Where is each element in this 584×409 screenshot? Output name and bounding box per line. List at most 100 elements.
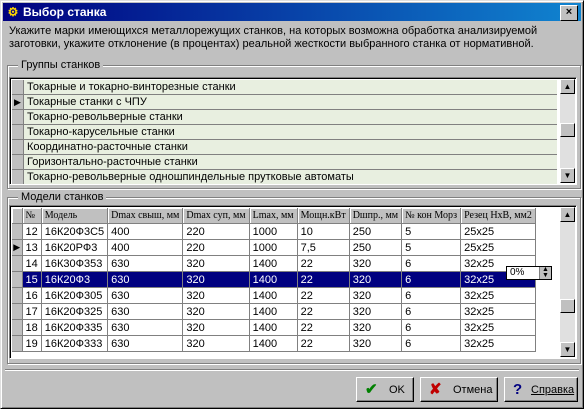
table-cell[interactable]: 320 <box>349 303 403 320</box>
table-cell[interactable]: 630 <box>107 255 184 272</box>
table-cell[interactable]: 25x25 <box>460 239 536 256</box>
table-cell[interactable]: 22 <box>297 271 350 288</box>
row-indicator[interactable] <box>12 255 23 272</box>
row-indicator[interactable] <box>12 287 23 304</box>
table-cell[interactable]: 16К20РФ3 <box>41 239 109 256</box>
column-header[interactable]: Dmax суп, мм <box>182 208 250 224</box>
scroll-down-button[interactable]: ▼ <box>560 168 575 183</box>
table-cell[interactable]: 630 <box>107 271 184 288</box>
table-cell[interactable]: 6 <box>401 303 462 320</box>
table-cell[interactable]: 220 <box>182 223 250 240</box>
table-row[interactable]: 15 16К20Ф3 630 320 1400 22 320 6 32x25 <box>12 271 536 288</box>
table-cell[interactable]: 400 <box>107 223 184 240</box>
table-cell[interactable]: 22 <box>297 287 350 304</box>
spin-arrows[interactable]: ▲ ▼ <box>539 266 551 279</box>
table-cell[interactable]: 320 <box>182 303 250 320</box>
table-cell[interactable]: 16К20Ф333 <box>41 335 109 352</box>
scroll-thumb[interactable] <box>560 299 575 313</box>
table-cell[interactable]: 16К20Ф325 <box>41 303 109 320</box>
table-cell[interactable]: 6 <box>401 319 462 336</box>
table-cell[interactable]: 320 <box>182 271 250 288</box>
table-cell[interactable]: 32x25 <box>460 303 536 320</box>
column-header[interactable]: № <box>22 208 42 224</box>
close-button[interactable]: × <box>560 5 578 21</box>
deviation-editor[interactable]: 0% ▲ ▼ <box>506 266 552 280</box>
table-cell[interactable]: 1000 <box>249 223 298 240</box>
column-header[interactable]: Резец НхВ, мм2 <box>460 208 536 224</box>
table-cell[interactable]: 17 <box>22 303 42 320</box>
table-cell[interactable]: 32x25 <box>460 335 536 352</box>
table-cell[interactable]: 22 <box>297 303 350 320</box>
group-list-item[interactable]: ▶ Токарные станки с ЧПУ <box>12 95 558 110</box>
deviation-value[interactable]: 0% <box>510 267 524 279</box>
table-cell[interactable]: 320 <box>349 255 403 272</box>
row-indicator[interactable] <box>12 80 24 95</box>
scroll-up-button[interactable]: ▲ <box>560 79 575 94</box>
table-cell[interactable]: 630 <box>107 287 184 304</box>
table-cell[interactable]: 630 <box>107 319 184 336</box>
table-cell[interactable]: 22 <box>297 255 350 272</box>
table-cell[interactable]: 14 <box>22 255 42 272</box>
group-list-item[interactable]: Токарные и токарно-винторезные станки <box>12 80 558 95</box>
scroll-up-button[interactable]: ▲ <box>560 207 575 222</box>
table-cell[interactable]: 18 <box>22 319 42 336</box>
groups-scrollbar[interactable]: ▲ ▼ <box>560 79 575 183</box>
row-indicator[interactable]: ▶ <box>12 95 24 110</box>
table-cell[interactable]: 6 <box>401 335 462 352</box>
table-cell[interactable]: 16 <box>22 287 42 304</box>
cancel-button[interactable]: ✘ Отмена <box>420 377 498 402</box>
table-cell[interactable]: 16К20Ф3 <box>41 271 109 288</box>
table-cell[interactable]: 19 <box>22 335 42 352</box>
table-cell[interactable]: 5 <box>401 223 462 240</box>
table-cell[interactable]: 1400 <box>249 271 298 288</box>
groups-list[interactable]: Токарные и токарно-винторезные станки ▶ То… <box>9 77 577 185</box>
row-indicator[interactable] <box>12 223 23 240</box>
table-row[interactable]: 18 16К20Ф335 630 320 1400 22 320 6 32x25 <box>12 319 536 336</box>
row-indicator[interactable] <box>12 319 23 336</box>
table-cell[interactable]: 320 <box>182 319 250 336</box>
ok-button[interactable]: ✔ OK <box>356 377 414 402</box>
table-cell[interactable]: 320 <box>349 287 403 304</box>
table-cell[interactable]: 6 <box>401 255 462 272</box>
table-cell[interactable]: 12 <box>22 223 42 240</box>
title-bar[interactable]: ⚙ Выбор станка × <box>3 3 581 21</box>
table-cell[interactable]: 22 <box>297 335 350 352</box>
group-list-item[interactable]: Токарно-карусельные станки <box>12 125 558 140</box>
row-indicator[interactable] <box>12 170 24 184</box>
table-cell[interactable]: 1000 <box>249 239 298 256</box>
table-cell[interactable]: 1400 <box>249 319 298 336</box>
table-cell[interactable]: 16К20Ф335 <box>41 319 109 336</box>
column-header[interactable]: Модель <box>41 208 109 224</box>
table-cell[interactable]: 16К30Ф353 <box>41 255 109 272</box>
row-indicator[interactable] <box>12 140 24 155</box>
scroll-thumb[interactable] <box>560 123 575 137</box>
table-cell[interactable]: 16К20Ф3С5 <box>41 223 109 240</box>
table-cell[interactable]: 220 <box>182 239 250 256</box>
group-list-item[interactable]: Координатно-расточные станки <box>12 140 558 155</box>
column-header[interactable]: № кон Морз <box>401 208 462 224</box>
models-grid[interactable]: № Модель Dmax свыш, мм Dmax суп, мм Lmax, мм… <box>9 205 577 359</box>
table-cell[interactable]: 320 <box>182 287 250 304</box>
table-cell[interactable]: 13 <box>22 239 42 256</box>
table-cell[interactable]: 5 <box>401 239 462 256</box>
table-cell[interactable]: 320 <box>349 271 403 288</box>
table-cell[interactable]: 22 <box>297 319 350 336</box>
table-row[interactable]: ▶ 13 16К20РФ3 400 220 1000 7,5 250 5 25x25 <box>12 239 536 256</box>
table-cell[interactable]: 250 <box>349 239 403 256</box>
table-cell[interactable]: 250 <box>349 223 403 240</box>
table-cell[interactable]: 1400 <box>249 335 298 352</box>
table-cell[interactable]: 32x25 <box>460 319 536 336</box>
row-indicator[interactable] <box>12 271 23 288</box>
table-row[interactable]: 12 16К20Ф3С5 400 220 1000 10 250 5 25x25 <box>12 223 536 240</box>
table-row[interactable]: 17 16К20Ф325 630 320 1400 22 320 6 32x25 <box>12 303 536 320</box>
table-cell[interactable]: 1400 <box>249 303 298 320</box>
column-header[interactable]: Dmax свыш, мм <box>107 208 184 224</box>
column-header[interactable]: Мощн.кВт <box>297 208 350 224</box>
table-cell[interactable]: 320 <box>182 335 250 352</box>
table-cell[interactable]: 10 <box>297 223 350 240</box>
table-row[interactable]: 14 16К30Ф353 630 320 1400 22 320 6 32x25 <box>12 255 536 272</box>
table-cell[interactable]: 32x25 <box>460 287 536 304</box>
table-cell[interactable]: 25x25 <box>460 223 536 240</box>
row-indicator[interactable] <box>12 110 24 125</box>
group-list-item[interactable]: Токарно-револьверные одношпиндельные пру… <box>12 170 558 184</box>
